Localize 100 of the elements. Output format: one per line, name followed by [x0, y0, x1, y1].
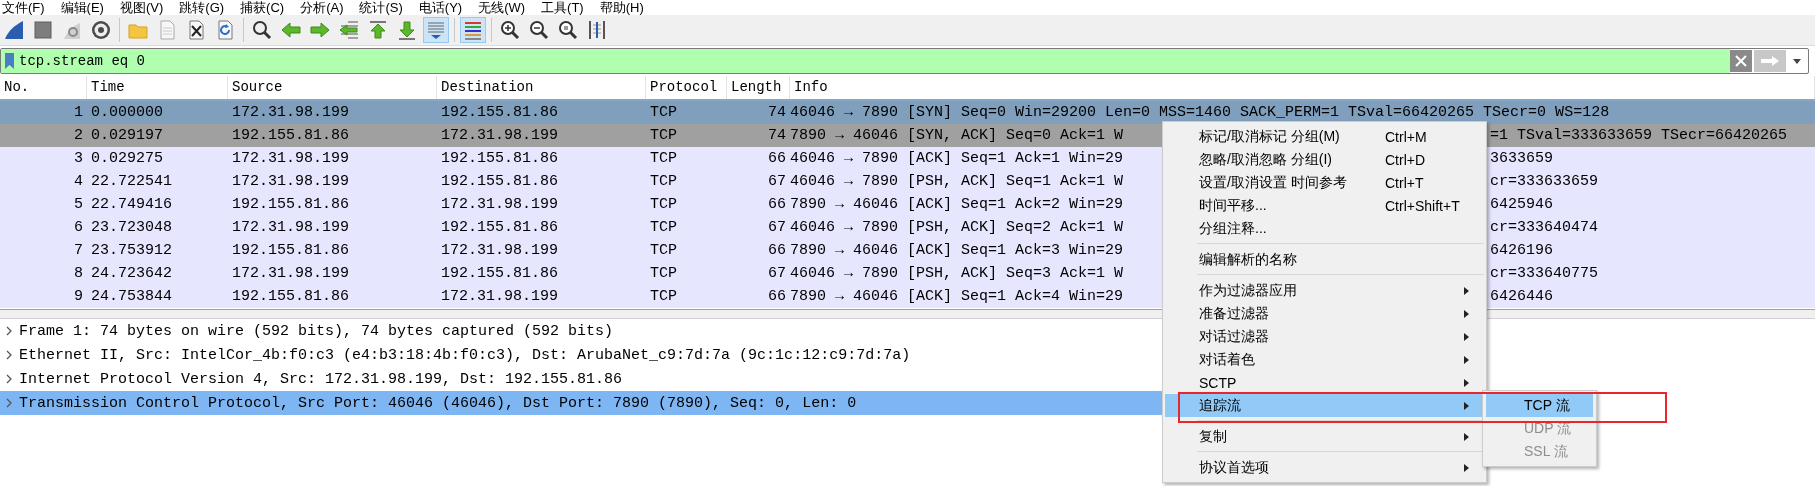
info-text: 7890 → 46046 [ACK] Seq=1 Ack=2 Win=29	[790, 196, 1124, 213]
gear-icon	[90, 19, 112, 41]
table-cell-text: 192.155.81.86	[440, 103, 560, 123]
menu-bar-item[interactable]: 编辑(E)	[60, 0, 104, 15]
menu-item[interactable]: 标记/取消标记 分组(M) Ctrl+M	[1165, 125, 1484, 148]
info-text: 46046 → 7890 [ACK] Seq=1 Ack=1 Win=29	[790, 150, 1124, 167]
table-cell-text: 7	[73, 241, 84, 261]
table-cell-text: 74	[767, 126, 787, 146]
tree-row[interactable]: Transmission Control Protocol, Src Port: 46046 (46046), Dst Port: 7890 (7890), Seq: 0, Len: 0	[0, 391, 1162, 415]
table-cell-text: 66	[767, 195, 787, 215]
tree-item-text: Ethernet II, Src: IntelCor_4b:f0:c3 (e4:b3:18:4b:f0:c3), Dst: ArubaNet_c9:7d:7a (9c:1c:12:c9:7d:7a)	[19, 346, 911, 364]
tree-item-text: Frame 1: 74 bytes on wire (592 bits), 74 bytes captured (592 bits)	[19, 322, 614, 340]
table-cell-text: 172.31.98.199	[231, 103, 351, 123]
column-header[interactable]: Info	[790, 76, 1815, 99]
table-cell-text: TCP	[649, 287, 678, 307]
table-cell-text: 192.155.81.86	[440, 218, 560, 238]
left-arrow-icon	[280, 19, 302, 41]
colored-lines-button[interactable]	[460, 17, 486, 43]
table-cell-text: 66	[767, 241, 787, 261]
table-cell-text: 172.31.98.199	[440, 287, 560, 307]
table-cell-text: 67	[767, 218, 787, 238]
chevron-icon[interactable]	[4, 398, 14, 408]
menu-bar-item[interactable]: 视图(V)	[119, 0, 164, 15]
menu-bar-item[interactable]: 文件(F)	[2, 0, 45, 15]
menu-item[interactable]: 协议首选项	[1165, 456, 1484, 479]
table-cell-text: 23.753912	[90, 241, 173, 261]
menu-bar-item[interactable]: 帮助(H)	[599, 0, 644, 15]
menu-item[interactable]: 对话着色	[1165, 348, 1484, 371]
info-text: 46046 → 7890 [PSH, ACK] Seq=2 Ack=1 W	[790, 219, 1124, 236]
table-cell-text: 22.749416	[90, 195, 173, 215]
table-cell-text: 192.155.81.86	[440, 264, 560, 284]
table-cell-text: 192.155.81.86	[231, 287, 351, 307]
column-header[interactable]: Time	[87, 76, 228, 99]
autoscroll-button[interactable]	[423, 17, 449, 43]
info-text: 46046 → 7890 [PSH, ACK] Seq=1 Ack=1 W	[790, 173, 1124, 190]
menu-bar-item[interactable]: 电话(Y)	[418, 0, 463, 15]
table-cell-text: 23.723048	[90, 218, 173, 238]
menu-bar-item[interactable]: 无线(W)	[478, 0, 526, 15]
info-text: 7890 → 46046 [SYN, ACK] Seq=0 Ack=1 W	[790, 127, 1124, 144]
table-cell-text: 172.31.98.199	[231, 149, 351, 169]
info-text: 7890 → 46046 [ACK] Seq=1 Ack=4 Win=29	[790, 288, 1124, 305]
tree-item-text: Transmission Control Protocol, Src Port: 46046 (46046), Dst Port: 7890 (7890), Seq: 0, Len: 0	[19, 394, 857, 412]
menu-item[interactable]: 复制	[1165, 425, 1484, 448]
chevron-icon[interactable]	[4, 350, 14, 360]
table-cell-text: 4	[73, 172, 84, 192]
colored-lines-icon	[462, 19, 484, 41]
shortcut-text: Ctrl+T	[1385, 174, 1425, 191]
menu-bar-item[interactable]: 工具(T)	[541, 0, 584, 15]
up-arrow-icon	[367, 19, 389, 41]
menu-item[interactable]: 时间平移... Ctrl+Shift+T	[1165, 194, 1484, 217]
table-cell-text: TCP	[649, 149, 678, 169]
menu-item[interactable]: TCP 流	[1486, 394, 1593, 417]
table-cell-text: 2	[73, 126, 84, 146]
menu-item[interactable]: SCTP	[1165, 371, 1484, 394]
menu-bar-item[interactable]: 分析(A)	[300, 0, 344, 15]
chevron-icon[interactable]	[4, 374, 14, 384]
filter-field[interactable]: tcp.stream eq 0	[15, 49, 1730, 73]
menu-bar-item[interactable]: 捕获(C)	[240, 0, 285, 15]
table-cell-text: 67	[767, 172, 787, 192]
zoom-reset-icon	[557, 19, 579, 41]
info-text: cr=333640775	[1490, 264, 1599, 284]
chevron-icon[interactable]	[4, 326, 14, 336]
table-cell-text: 66	[767, 287, 787, 307]
menu-item[interactable]: 追踪流	[1165, 394, 1484, 417]
menu-item[interactable]: 设置/取消设置 时间参考 Ctrl+T	[1165, 171, 1484, 194]
table-cell-text: 1	[73, 103, 84, 123]
table-cell-text: 172.31.98.199	[231, 218, 351, 238]
stop-icon	[32, 19, 54, 41]
close-icon	[1734, 54, 1748, 68]
info-text: =1 TSval=333633659 TSecr=66420265	[1490, 126, 1788, 146]
column-header[interactable]: Length	[727, 76, 790, 99]
tree-row[interactable]: Internet Protocol Version 4, Src: 172.31.98.199, Dst: 192.155.81.86	[0, 367, 1162, 391]
info-text: 7890 → 46046 [ACK] Seq=1 Ack=3 Win=29	[790, 242, 1124, 259]
menu-item[interactable]: 忽略/取消忽略 分组(I) Ctrl+D	[1165, 148, 1484, 171]
info-text: 6426446	[1490, 287, 1553, 307]
column-header[interactable]: No.	[0, 76, 87, 99]
table-cell-text: 192.155.81.86	[231, 241, 351, 261]
table-cell-text: 66	[767, 149, 787, 169]
autoscroll-icon	[425, 19, 447, 41]
column-header[interactable]: Protocol	[646, 76, 727, 99]
table-cell-text: 24.753844	[90, 287, 173, 307]
table-cell-text: 192.155.81.86	[231, 195, 351, 215]
column-header[interactable]: Destination	[437, 76, 646, 99]
table-cell-text: 172.31.98.199	[440, 126, 560, 146]
clear-button[interactable]	[1730, 50, 1752, 72]
menu-item[interactable]: 分组注释...	[1165, 217, 1484, 240]
menu-bar-item[interactable]: 跳转(G)	[179, 0, 225, 15]
table-cell-text: 24.723642	[90, 264, 173, 284]
table-cell-text: 3	[73, 149, 84, 169]
table-cell-text: 172.31.98.199	[231, 264, 351, 284]
packet-row[interactable]: 1 0.000000 172.31.98.199 192.155.81.86 TCP 74 46046 → 7890 [SYN] Seq=0 Win=29200 Len=0 MSS=1460 SACK_PERM=1 TSval=66420265 TSecr=0 WS=128	[0, 101, 1815, 124]
column-header[interactable]: Source	[228, 76, 437, 99]
tree-row[interactable]: Frame 1: 74 bytes on wire (592 bits), 74 bytes captured (592 bits)	[0, 319, 1162, 343]
search-icon	[251, 19, 273, 41]
table-cell-text: TCP	[649, 241, 678, 261]
tree-row[interactable]: Ethernet II, Src: IntelCor_4b:f0:c3 (e4:b3:18:4b:f0:c3), Dst: ArubaNet_c9:7d:7a (9c:1c:12:c9:7d:7a)	[0, 343, 1162, 367]
menu-bar-item[interactable]: 统计(S)	[359, 0, 403, 15]
info-text: 46046 → 7890 [SYN] Seq=0 Win=29200 Len=0 MSS=1460 SACK_PERM=1 TSval=66420265 TSecr=0 WS=128	[790, 103, 1610, 123]
table-cell-text: 22.722541	[90, 172, 173, 192]
menu-item[interactable]: 对话过滤器	[1165, 325, 1484, 348]
